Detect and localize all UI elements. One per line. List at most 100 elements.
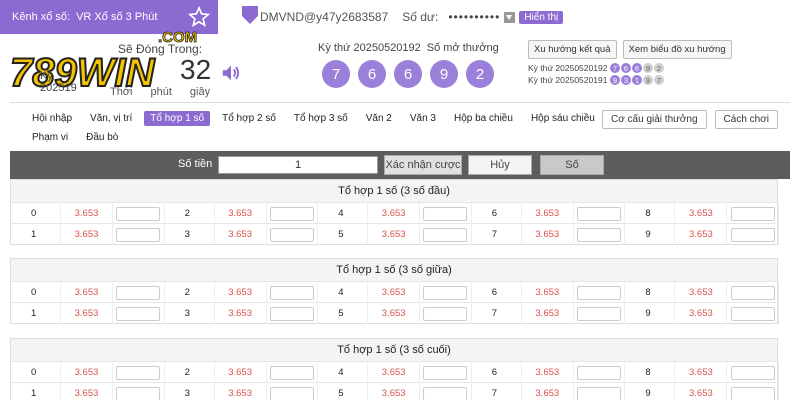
bet-amount-input[interactable] <box>116 386 161 400</box>
bet-odds[interactable]: 3.653 <box>522 282 574 303</box>
bet-odds[interactable]: 3.653 <box>215 303 267 324</box>
sound-icon[interactable] <box>220 62 242 84</box>
bet-amount-input[interactable] <box>423 365 468 380</box>
bet-amount-input[interactable] <box>116 206 161 221</box>
bet-odds[interactable]: 3.653 <box>368 383 421 400</box>
bet-amount-input[interactable] <box>730 306 775 321</box>
bet-number[interactable]: 7 <box>472 383 522 400</box>
bet-amount-input[interactable] <box>577 365 622 380</box>
tab-row1-6[interactable]: Văn 3 <box>404 111 442 126</box>
bet-odds[interactable]: 3.653 <box>61 224 113 245</box>
bet-odds[interactable]: 3.653 <box>61 303 113 324</box>
bet-number[interactable]: 6 <box>472 203 522 224</box>
bet-number[interactable]: 6 <box>472 362 522 383</box>
bet-number[interactable]: 0 <box>11 362 61 383</box>
bet-amount-input[interactable] <box>423 285 468 300</box>
bet-amount-input[interactable] <box>269 386 314 400</box>
bet-odds[interactable]: 3.653 <box>61 282 113 303</box>
bet-number[interactable]: 1 <box>11 303 61 324</box>
bet-odds[interactable]: 3.653 <box>675 282 728 303</box>
bet-amount-input[interactable] <box>269 306 314 321</box>
bet-odds[interactable]: 3.653 <box>368 362 421 383</box>
reward-structure-button[interactable]: Cơ cấu giải thưởng <box>602 110 707 129</box>
bet-odds[interactable]: 3.653 <box>215 203 267 224</box>
bet-odds[interactable]: 3.653 <box>522 383 574 400</box>
number-button[interactable]: Số <box>540 155 604 175</box>
bet-odds[interactable]: 3.653 <box>61 362 113 383</box>
tab-row1-1[interactable]: Văn, vị trí <box>84 111 138 126</box>
bet-amount-input[interactable] <box>577 206 622 221</box>
bet-odds[interactable]: 3.653 <box>522 303 574 324</box>
bet-number[interactable]: 8 <box>625 203 676 224</box>
bet-odds[interactable]: 3.653 <box>675 303 728 324</box>
bet-odds[interactable]: 3.653 <box>522 362 574 383</box>
bet-amount-input[interactable] <box>116 227 161 242</box>
tab-row2-0[interactable]: Phạm vi <box>26 130 74 145</box>
bet-odds[interactable]: 3.653 <box>61 383 113 400</box>
tab-row1-8[interactable]: Hộp sáu chiều <box>525 111 601 126</box>
bet-odds[interactable]: 3.653 <box>675 383 728 400</box>
bet-amount-input[interactable] <box>116 306 161 321</box>
bet-amount-input[interactable] <box>730 365 775 380</box>
bet-number[interactable]: 1 <box>11 224 61 245</box>
amount-input[interactable] <box>218 156 378 174</box>
cancel-button[interactable]: Hủy <box>468 155 532 175</box>
bet-number[interactable]: 2 <box>165 203 215 224</box>
bet-amount-input[interactable] <box>730 206 775 221</box>
bet-number[interactable]: 0 <box>11 203 61 224</box>
bet-amount-input[interactable] <box>577 386 622 400</box>
tab-row1-7[interactable]: Hộp ba chiều <box>448 111 519 126</box>
bet-amount-input[interactable] <box>269 206 314 221</box>
bet-number[interactable]: 3 <box>165 224 215 245</box>
bet-number[interactable]: 2 <box>165 362 215 383</box>
bet-odds[interactable]: 3.653 <box>215 282 267 303</box>
bet-odds[interactable]: 3.653 <box>675 224 728 245</box>
bet-number[interactable]: 4 <box>318 282 369 303</box>
bet-odds[interactable]: 3.653 <box>368 303 421 324</box>
bet-odds[interactable]: 3.653 <box>215 224 267 245</box>
tab-row1-4[interactable]: Tổ hợp 3 số <box>288 111 354 126</box>
bet-number[interactable]: 8 <box>625 362 676 383</box>
bet-amount-input[interactable] <box>269 285 314 300</box>
bet-number[interactable]: 6 <box>472 282 522 303</box>
bet-amount-input[interactable] <box>423 206 468 221</box>
bet-amount-input[interactable] <box>269 227 314 242</box>
tab-row2-1[interactable]: Đầu bò <box>80 130 124 145</box>
bet-odds[interactable]: 3.653 <box>675 362 728 383</box>
bet-number[interactable]: 2 <box>165 282 215 303</box>
tab-row1-5[interactable]: Văn 2 <box>360 111 398 126</box>
tab-row1-2[interactable]: Tổ hợp 1 số <box>144 111 211 126</box>
bet-number[interactable]: 5 <box>318 303 369 324</box>
trend-results-button[interactable]: Xu hướng kết quả <box>528 40 617 59</box>
tab-row1-3[interactable]: Tổ hợp 2 số <box>216 111 282 126</box>
bet-amount-input[interactable] <box>116 285 161 300</box>
bet-number[interactable]: 3 <box>165 383 215 400</box>
trend-chart-button[interactable]: Xem biểu đồ xu hướng <box>622 40 732 59</box>
bet-odds[interactable]: 3.653 <box>215 362 267 383</box>
bet-amount-input[interactable] <box>269 365 314 380</box>
bet-odds[interactable]: 3.653 <box>61 203 113 224</box>
bet-number[interactable]: 5 <box>318 383 369 400</box>
bet-number[interactable]: 7 <box>472 224 522 245</box>
balance-dropdown-icon[interactable] <box>504 11 516 23</box>
bet-amount-input[interactable] <box>730 285 775 300</box>
bet-amount-input[interactable] <box>730 227 775 242</box>
bet-number[interactable]: 4 <box>318 203 369 224</box>
favorite-star-icon[interactable] <box>188 6 210 28</box>
bet-amount-input[interactable] <box>116 365 161 380</box>
show-balance-button[interactable]: Hiển thị <box>519 10 564 24</box>
bet-number[interactable]: 4 <box>318 362 369 383</box>
bet-amount-input[interactable] <box>423 306 468 321</box>
bet-number[interactable]: 3 <box>165 303 215 324</box>
channel-name[interactable]: VR Xổ số 3 Phút <box>76 11 157 23</box>
bet-odds[interactable]: 3.653 <box>522 224 574 245</box>
bet-amount-input[interactable] <box>577 227 622 242</box>
tab-row1-0[interactable]: Hội nhập <box>26 111 78 126</box>
bet-odds[interactable]: 3.653 <box>215 383 267 400</box>
bet-number[interactable]: 9 <box>625 383 676 400</box>
bet-number[interactable]: 0 <box>11 282 61 303</box>
bet-odds[interactable]: 3.653 <box>368 203 421 224</box>
bet-amount-input[interactable] <box>577 306 622 321</box>
bet-number[interactable]: 5 <box>318 224 369 245</box>
bet-odds[interactable]: 3.653 <box>675 203 728 224</box>
